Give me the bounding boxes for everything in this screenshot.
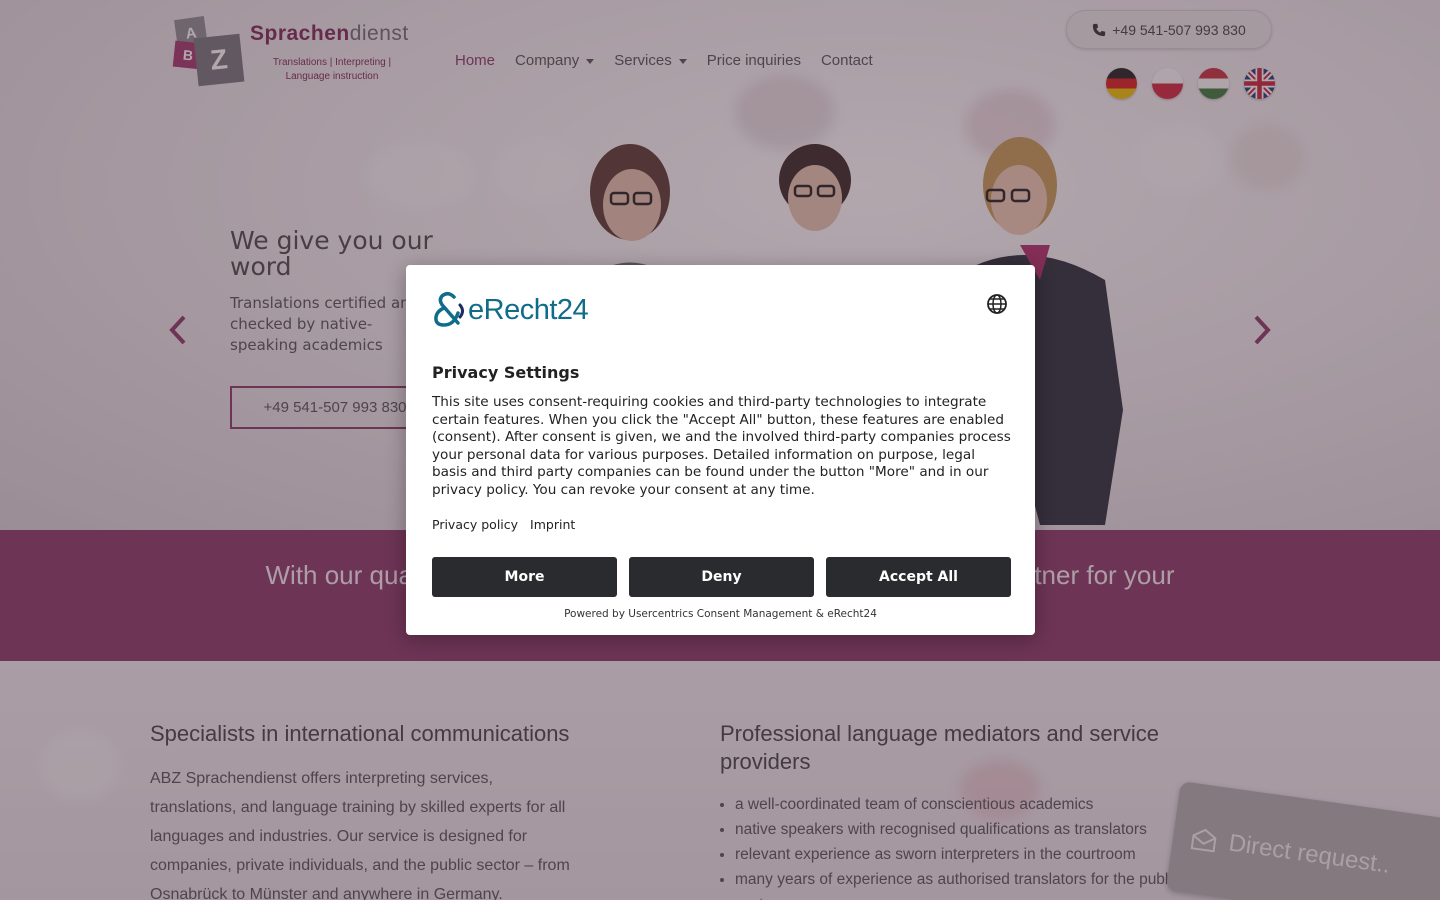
deny-button[interactable]: Deny	[629, 557, 814, 597]
imprint-link[interactable]: Imprint	[530, 517, 575, 532]
more-button[interactable]: More	[432, 557, 617, 597]
powered-by-text: Powered by Usercentrics Consent Manageme…	[564, 608, 877, 620]
erecht24-brand: eRecht24	[468, 293, 589, 326]
dialog-links: Privacy policy Imprint	[432, 517, 575, 532]
privacy-settings-dialog: eRecht24 Privacy Settings This site uses…	[406, 265, 1035, 635]
globe-icon[interactable]	[986, 293, 1008, 315]
dialog-body: This site uses consent-requiring cookies…	[432, 394, 1011, 498]
dialog-buttons: More Deny Accept All	[432, 557, 1011, 597]
dialog-title: Privacy Settings	[432, 363, 580, 382]
accept-all-button[interactable]: Accept All	[826, 557, 1011, 597]
erecht24-ampersand-icon	[434, 292, 464, 327]
erecht24-logo: eRecht24	[432, 291, 589, 329]
privacy-policy-link[interactable]: Privacy policy	[432, 517, 518, 532]
